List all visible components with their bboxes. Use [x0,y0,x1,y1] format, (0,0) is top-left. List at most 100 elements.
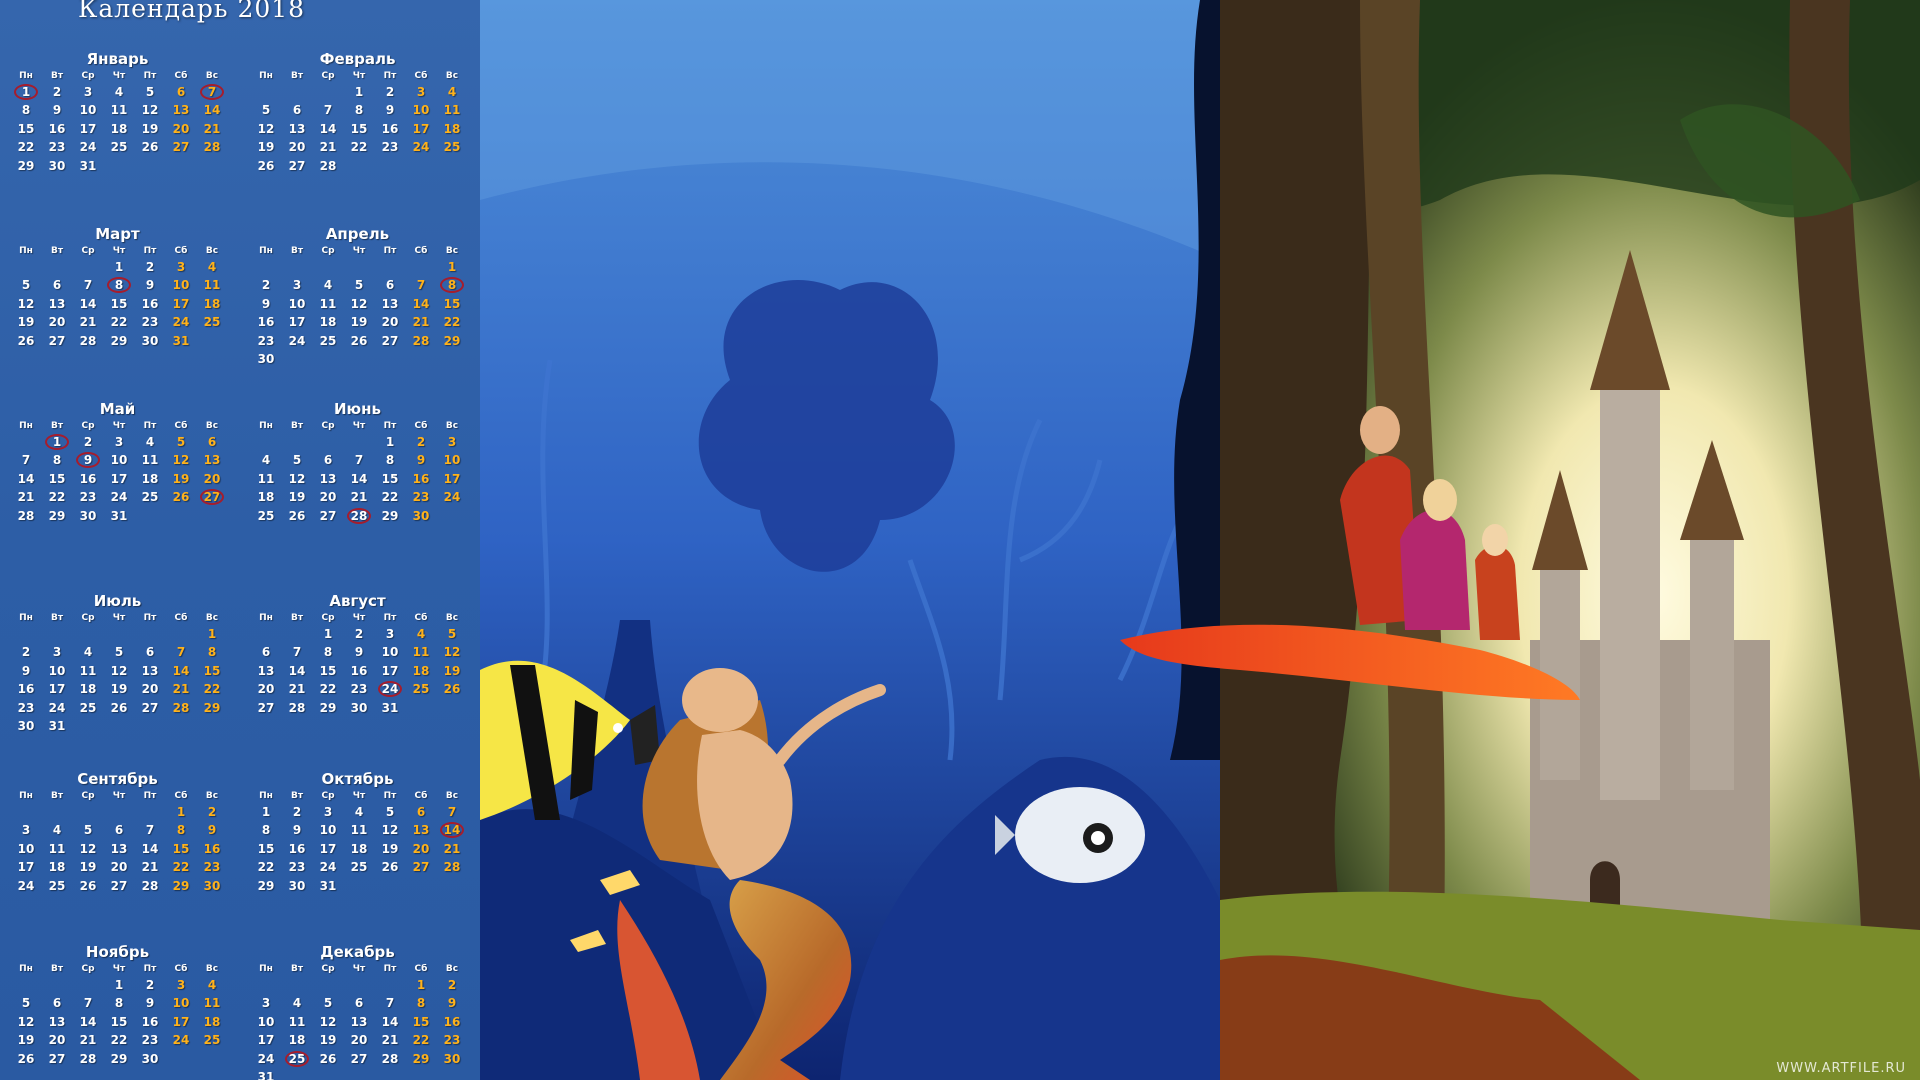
day-cell: 23 [79,490,97,505]
day-cell: 4 [447,85,457,99]
day-cell: 26 [350,333,368,348]
day-cell: 28 [79,333,97,348]
month-7: Июль Пн Вт Ср Чт Пт Сб Вс 1 2 3 4 5 6 7 8 9 10 11 12 13 14 15 1… [0,592,235,762]
weekday-header: Ср [81,246,95,256]
day-cell: 20 [203,471,221,486]
weekday-header: Пт [143,791,157,801]
day-cell: 6 [176,85,186,99]
day-cell: 2 [21,645,31,660]
day-cell: 9 [385,103,395,118]
day-cell: 30 [141,1051,159,1066]
day-cell: 31 [48,719,66,733]
weekday-header: Ср [321,246,335,256]
weekday-header: Вс [205,791,219,801]
day-cell: 19 [288,490,306,505]
month-5: Май Пн Вт Ср Чт Пт Сб Вс 1 2 3 4 5 6 7 8 9 10 11 12 13 14 15 16… [0,400,235,570]
day-cell: 12 [17,296,35,311]
day-cell: 29 [203,700,221,715]
day-cell: 15 [17,121,35,136]
day-cell: 30 [412,508,430,523]
day-cell: 2 [354,627,364,641]
day-cell: 3 [52,645,62,660]
month-name: Июнь [334,400,381,418]
weekday-header: Пт [143,964,157,974]
day-cell: 21 [17,490,35,505]
day-cell: 17 [381,663,399,678]
day-cell: 12 [110,663,128,678]
day-cell: 7 [447,805,457,819]
day-cell: 19 [443,663,461,678]
day-cell: 11 [412,645,430,660]
day-cell: 8 [323,645,333,660]
day-cell: 22 [257,860,275,875]
weekday-header: Вс [445,791,459,801]
weekday-header: Сб [414,613,428,623]
month-name: Май [99,400,136,418]
day-cell: 21 [381,1033,399,1048]
weekday-header: Ср [81,964,95,974]
day-cell: 27 [381,333,399,348]
day-cell-highlighted: 24 [374,680,406,698]
day-cell: 5 [176,435,186,449]
weekday-header: Вт [290,791,304,801]
day-cell: 18 [110,121,128,136]
day-cell: 7 [145,823,155,838]
day-cell: 19 [17,1033,35,1048]
weekday-header: Чт [112,613,126,623]
day-cell: 15 [172,841,190,856]
day-cell: 28 [172,700,190,715]
day-cell: 16 [79,471,97,486]
day-cell: 28 [381,1051,399,1066]
day-cell: 11 [110,103,128,118]
weekday-header: Пт [143,613,157,623]
day-cell: 27 [350,1051,368,1066]
day-cell: 12 [381,823,399,838]
day-cell: 11 [79,663,97,678]
day-cell: 10 [17,841,35,856]
weekday-header: Вт [50,964,64,974]
day-cell: 10 [172,278,190,293]
day-cell: 15 [48,471,66,486]
day-cell: 23 [412,490,430,505]
day-cell: 25 [443,140,461,155]
weekday-header: Чт [352,791,366,801]
day-cell: 25 [203,1033,221,1048]
day-cell: 10 [48,663,66,678]
day-cell: 8 [207,645,217,660]
day-cell: 24 [172,1033,190,1048]
weekday-header: Чт [112,71,126,81]
calendar-panel: Календарь 2018 Январь Пн Вт Ср Чт Пт Сб Вс 1 2 3 4 5… [0,0,480,1080]
day-cell: 1 [385,435,395,449]
day-cell: 13 [141,663,159,678]
day-cell: 18 [319,315,337,330]
day-cell: 18 [350,841,368,856]
day-cell: 10 [79,103,97,118]
day-cell: 6 [292,103,302,118]
day-cell: 14 [79,1014,97,1029]
day-cell: 11 [203,996,221,1011]
day-cell: 1 [261,805,271,819]
day-cell: 29 [17,158,35,173]
weekday-header: Пт [143,246,157,256]
day-cell: 6 [52,996,62,1011]
day-cell: 19 [141,121,159,136]
day-cell: 4 [261,453,271,468]
day-cell: 30 [443,1051,461,1066]
day-cell: 7 [323,103,333,118]
day-cell: 20 [381,315,399,330]
weekday-header: Пн [259,791,273,801]
day-cell: 14 [141,841,159,856]
month-6: Июнь Пн Вт Ср Чт Пт Сб Вс 1 2 3 4 5 6 7 8 9 10 11 12 13 14 15 1… [240,400,475,570]
month-name: Сентябрь [77,770,158,788]
weekday-header: Вс [445,246,459,256]
day-cell: 9 [447,996,457,1011]
day-cell: 16 [17,682,35,697]
day-cell: 28 [17,508,35,523]
day-cell: 22 [48,490,66,505]
day-cell: 13 [172,103,190,118]
day-cell: 2 [447,978,457,992]
weekday-header: Пн [259,964,273,974]
day-cell: 10 [319,823,337,838]
day-cell: 11 [203,278,221,293]
day-cell: 3 [261,996,271,1011]
